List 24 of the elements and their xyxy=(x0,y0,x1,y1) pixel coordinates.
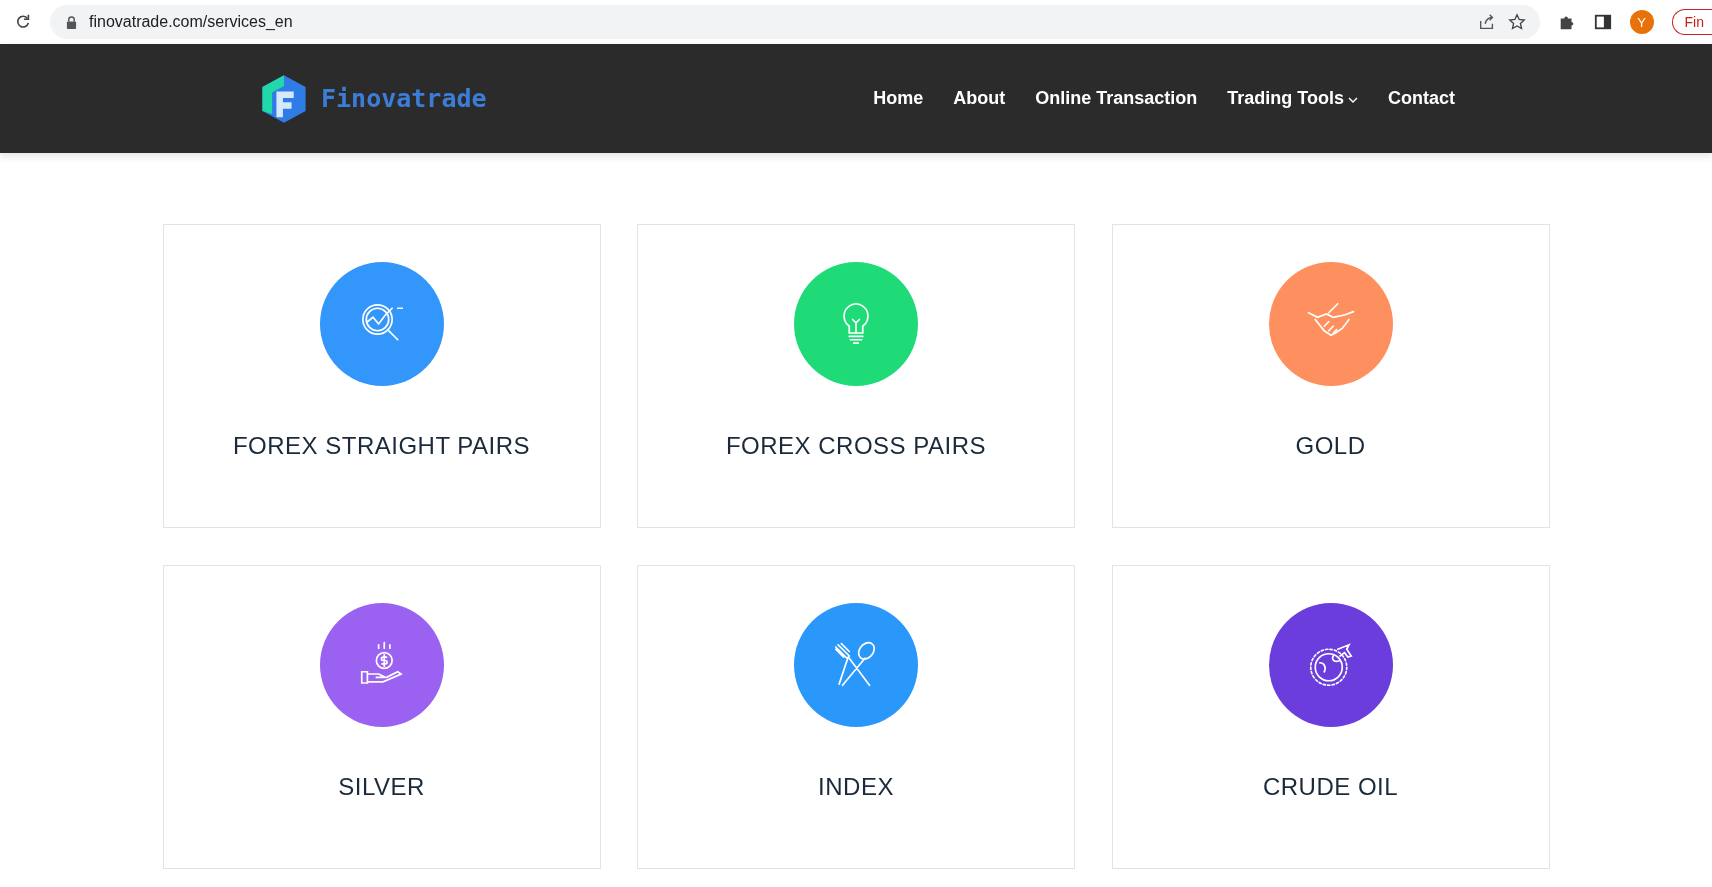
service-title: FOREX STRAIGHT PAIRS xyxy=(232,432,531,460)
service-title: FOREX CROSS PAIRS xyxy=(725,432,987,460)
service-card[interactable]: FOREX CROSS PAIRS xyxy=(637,224,1075,528)
nav-link[interactable]: About xyxy=(953,88,1006,109)
nav-link[interactable]: Online Transaction xyxy=(1035,88,1198,109)
address-bar[interactable]: finovatrade.com/services_en xyxy=(50,5,1540,39)
nav-link[interactable]: Trading Tools xyxy=(1227,88,1358,109)
sidebar-icon[interactable] xyxy=(1593,13,1612,31)
service-card[interactable]: INDEX xyxy=(637,565,1075,869)
service-card[interactable]: SILVER xyxy=(162,565,601,869)
nav-link[interactable]: Home xyxy=(873,88,924,109)
share-icon[interactable] xyxy=(1477,13,1496,31)
service-title: GOLD xyxy=(1295,432,1366,460)
service-title: INDEX xyxy=(818,773,894,801)
star-icon[interactable] xyxy=(1507,13,1526,31)
service-card[interactable]: FOREX STRAIGHT PAIRS xyxy=(162,224,601,528)
url-text: finovatrade.com/services_en xyxy=(89,13,293,31)
service-card[interactable]: CRUDE OIL xyxy=(1111,565,1550,869)
reload-icon[interactable] xyxy=(14,13,32,31)
service-card[interactable]: GOLD xyxy=(1111,224,1550,528)
lock-icon xyxy=(66,15,77,29)
nav-link[interactable]: Contact xyxy=(1388,88,1455,109)
service-title: SILVER xyxy=(338,773,425,801)
service-title: CRUDE OIL xyxy=(1262,773,1399,801)
